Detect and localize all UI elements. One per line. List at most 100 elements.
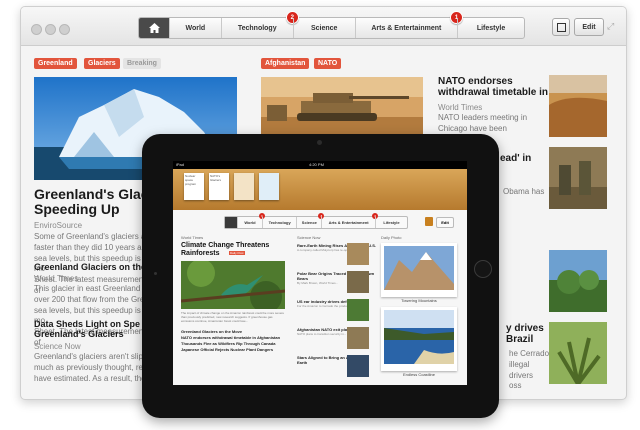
photo2-caption: Endless Coastline [402, 372, 436, 377]
home-tab[interactable] [139, 18, 169, 38]
story3-body-line: Greenland's glaciers aren't slipp [34, 352, 148, 361]
ipad-tab-arts-label: Arts & Entertainment [328, 220, 369, 225]
lead-body-line: Some of Greenland's glaciers are [34, 232, 153, 241]
right-story3-body-line: Obama has [503, 187, 545, 196]
lead-body-line: faster than they did 10 years ago, [34, 242, 153, 252]
story2-body-line: over 200 that flow from the Gree [34, 294, 149, 304]
right-story1-line2: withdrawal timetable in [438, 86, 549, 98]
toolbar: World Technology 2 Science Arts & Entert… [21, 7, 626, 46]
mountain-photo[interactable] [381, 243, 457, 297]
right-story2-headline[interactable]: ead' in [500, 153, 531, 165]
section-nav: World Technology 2 Science Arts & Entert… [138, 11, 525, 39]
right-story4-body: he Cerrado illegal drivers oss [509, 349, 554, 392]
ipad-story-list: Greenland Glaciers on the Move NATO endo… [181, 329, 285, 353]
ipad-layout-button[interactable] [425, 217, 433, 226]
tab-science[interactable]: Science [292, 18, 355, 38]
desert-photo[interactable] [549, 75, 607, 137]
shelf-thumb[interactable] [234, 173, 254, 200]
ipad-lead-tag[interactable]: Daily Post [229, 251, 245, 255]
close-window-button[interactable] [31, 24, 42, 35]
right-story4-line2: Brazil [506, 333, 534, 345]
mid-thumb[interactable] [347, 271, 369, 293]
ipad-edit-button[interactable]: Edit [436, 217, 454, 228]
right-story1-headline[interactable]: NATO endorses withdrawal timetable in [438, 76, 550, 99]
photo1-caption: Towering Mountains [401, 298, 437, 303]
shelf-thumb[interactable] [259, 173, 279, 200]
col3-label: Daily Photo [381, 235, 402, 240]
tag-afghanistan[interactable]: Afghanistan [261, 58, 310, 69]
soldiers-photo[interactable] [549, 147, 607, 209]
col2-label: Science Now [297, 235, 321, 240]
mid-thumb[interactable] [347, 299, 369, 321]
ipad-lead-body: The impact of climate change on the Amaz… [181, 311, 285, 323]
layout-button[interactable] [552, 18, 570, 36]
ipad-lead-headline[interactable]: Climate Change Threatens Rainforests [181, 242, 291, 257]
tab-lifestyle-label: Lifestyle [476, 24, 506, 32]
story3-headline[interactable]: Data Sheds Light on Spe Greenland's Glac… [34, 319, 140, 339]
story3-headline-line2: Greenland's Glaciers [34, 328, 124, 339]
right-story4-body-line: he Cerrado [509, 349, 550, 358]
lead-source: EnviroSource [34, 221, 83, 230]
ipad-tab-technology[interactable]: Technology [261, 217, 296, 228]
right-story4-body-line: illegal [509, 359, 530, 369]
tab-lifestyle[interactable]: Lifestyle [457, 18, 524, 38]
plant-photo[interactable] [549, 322, 607, 386]
mid-thumb[interactable] [347, 243, 369, 265]
right-story3-body: Obama has [503, 187, 548, 198]
story2-source: World Times [34, 274, 79, 283]
tab-technology[interactable]: Technology 2 [220, 11, 299, 38]
square-icon [557, 23, 566, 32]
tag-glaciers[interactable]: Glaciers [84, 58, 120, 69]
bookmark-shelf: Nuclear space program NATO's Glaciers [173, 169, 467, 210]
right-story1-body-line: Chicago have been [438, 123, 507, 133]
tab-world[interactable]: World [169, 18, 221, 38]
story2-headline[interactable]: Greenland Glaciers on the [34, 262, 146, 273]
col1-label: World Times [181, 235, 204, 240]
tag-greenland[interactable]: Greenland [34, 58, 77, 69]
fullscreen-icon[interactable]: ⤢ [607, 21, 614, 32]
story3-body-line: have estimated. As a result, the [34, 373, 146, 383]
ipad-section-nav: World 1 Technology Science 3 Arts & Entert… [224, 213, 408, 229]
afghanistan-photo[interactable] [261, 77, 423, 137]
tab-arts-entertainment[interactable]: Arts & Entertainment 1 [354, 11, 464, 38]
tab-world-label: World [185, 24, 206, 32]
hummingbird-photo[interactable] [180, 259, 286, 313]
ipad-tab-world-label: World [244, 220, 256, 225]
shelf-thumb[interactable]: Nuclear space program [184, 173, 204, 200]
right-story4-body-line: oss [509, 381, 522, 391]
ipad-tab-science[interactable]: Science 3 [296, 213, 325, 228]
ipad-tab-lifestyle[interactable]: Lifestyle [374, 217, 407, 228]
status-bar: iPad 4:20 PM [173, 161, 467, 169]
home-button[interactable] [474, 260, 492, 278]
tab-science-label: Science [310, 24, 338, 32]
edit-button[interactable]: Edit [574, 18, 604, 36]
sensor-dot [154, 272, 157, 275]
coastline-photo[interactable] [381, 307, 457, 371]
home-icon [148, 23, 160, 33]
forest-photo[interactable] [549, 250, 607, 312]
ipad-tab-tech-label: Technology [268, 220, 291, 225]
right-story4-headline[interactable]: y drives Brazil [506, 323, 544, 346]
ipad-home-tab[interactable] [225, 217, 237, 228]
carrier-label: iPad [176, 162, 185, 167]
tab-arts-label: Arts & Entertainment [371, 24, 442, 32]
mid-thumb[interactable] [347, 355, 369, 377]
ipad-list-item[interactable]: Japanese Official Rejects Nuclear Plant … [181, 347, 285, 353]
shelf-thumb[interactable]: NATO's Glaciers [209, 173, 229, 200]
story3-body-line: much as previously thought, rese [34, 362, 152, 372]
zoom-window-button[interactable] [59, 24, 70, 35]
mid-thumb[interactable] [347, 327, 369, 349]
ipad-tab-science-label: Science [301, 220, 317, 225]
ipad-tab-world[interactable]: World 1 [237, 213, 265, 228]
right-story1-body-line: NATO leaders meeting in [438, 113, 528, 122]
status-time: 4:20 PM [309, 162, 324, 167]
tag-nato[interactable]: NATO [314, 58, 342, 69]
ipad-tab-lifestyle-label: Lifestyle [383, 220, 400, 225]
minimize-window-button[interactable] [45, 24, 56, 35]
ipad-lead-line1: Climate Change Threatens [181, 242, 270, 249]
story2-body-line: This glacier in east Greenland is [34, 284, 149, 293]
ipad-screen: iPad 4:20 PM Nuclear space program NATO'… [173, 161, 467, 385]
right-story4-body-line: drivers [509, 370, 534, 380]
ipad-tab-arts[interactable]: Arts & Entertainment 4 [321, 213, 378, 228]
tag-breaking[interactable]: Breaking [123, 58, 161, 69]
